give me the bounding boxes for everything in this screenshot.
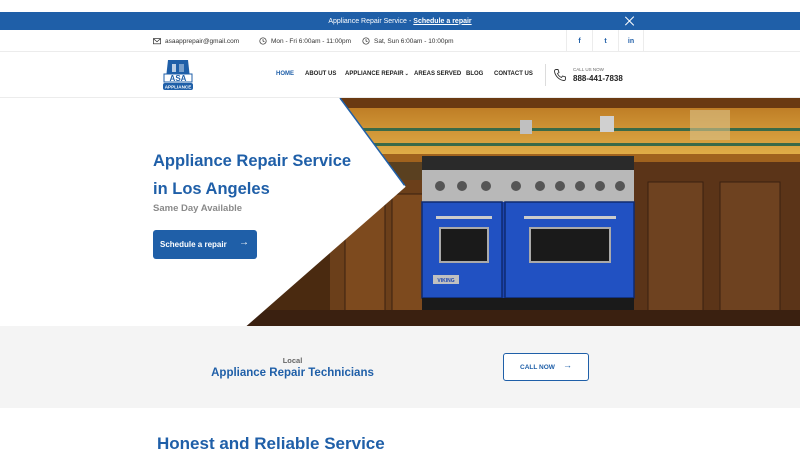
kitchen-image: VIKING (244, 98, 800, 326)
phone-icon (554, 69, 566, 81)
logo-text: ASA (170, 74, 187, 83)
weekend-hours-text: Sat, Sun 6:00am - 10:00pm (374, 37, 454, 45)
hero-subtitle: Same Day Available (153, 203, 243, 214)
local-section: Local Appliance Repair Technicians CALL … (0, 326, 800, 408)
nav-contact-us[interactable]: CONTACT US (494, 71, 533, 77)
schedule-repair-button[interactable]: Schedule a repair → (153, 230, 257, 259)
hero-section: VIKING Appliance Repair Service in Los A… (0, 98, 800, 326)
call-now-button[interactable]: CALL NOW → (503, 353, 589, 381)
announcement-schedule-link[interactable]: Schedule a repair (413, 18, 471, 25)
twitter-icon[interactable]: t (592, 30, 618, 52)
local-heading: Appliance Repair Technicians (211, 367, 374, 379)
clock-icon (259, 37, 267, 45)
mail-icon (153, 38, 161, 45)
weekday-hours-text: Mon - Fri 6:00am - 11:00pm (271, 37, 352, 45)
close-icon[interactable] (624, 15, 636, 27)
nav-appliance-repair-label: APPLIANCE REPAIR (345, 71, 404, 77)
logo-subtext: APPLIANCE (165, 85, 192, 90)
phone-number[interactable]: 888-441-7838 (573, 74, 623, 83)
email-text: asaapprepair@gmail.com (165, 37, 240, 45)
hero-title-line1: Appliance Repair Service (153, 152, 352, 170)
call-us-box[interactable]: CALL US NOW 888-441-7838 (545, 64, 631, 86)
arrow-right-icon: → (563, 360, 572, 370)
chevron-down-icon: ⌄ (404, 71, 409, 77)
schedule-repair-button-label: Schedule a repair (160, 240, 227, 249)
nav-home[interactable]: HOME (276, 71, 294, 77)
logo[interactable]: ASA APPLIANCE (160, 56, 196, 94)
facebook-icon[interactable]: f (566, 30, 592, 52)
announcement-bar: Appliance Repair Service - Schedule a re… (0, 12, 800, 30)
clock-icon (362, 37, 370, 45)
call-us-label: CALL US NOW (573, 67, 604, 72)
nav-about-us[interactable]: ABOUT US (305, 71, 336, 77)
section-title: Honest and Reliable Service (157, 434, 385, 450)
local-label: Local (282, 356, 303, 365)
weekend-hours: Sat, Sun 6:00am - 10:00pm (362, 37, 454, 45)
email-info[interactable]: asaapprepair@gmail.com (153, 37, 239, 45)
top-info-bar: asaapprepair@gmail.com Mon - Fri 6:00am … (0, 30, 800, 52)
hero-title-line2: in Los Angeles (153, 180, 270, 198)
weekday-hours: Mon - Fri 6:00am - 11:00pm (259, 37, 351, 45)
hero-title: Appliance Repair Service in Los Angeles (153, 147, 393, 203)
nav-appliance-repair[interactable]: APPLIANCE REPAIR⌄ (345, 71, 409, 77)
linkedin-icon[interactable]: in (618, 30, 644, 52)
oven-brand: VIKING (437, 278, 454, 284)
announcement-text: Appliance Repair Service (328, 17, 407, 25)
call-now-button-label: CALL NOW (520, 363, 555, 371)
nav-blog[interactable]: BLOG (466, 71, 483, 77)
announcement-separator: - (408, 17, 412, 25)
arrow-right-icon: → (239, 237, 249, 248)
site-header: ASA APPLIANCE HOME ABOUT US APPLIANCE RE… (0, 52, 800, 98)
page: Appliance Repair Service - Schedule a re… (0, 0, 800, 450)
nav-areas-served[interactable]: AREAS SERVED (414, 71, 461, 77)
